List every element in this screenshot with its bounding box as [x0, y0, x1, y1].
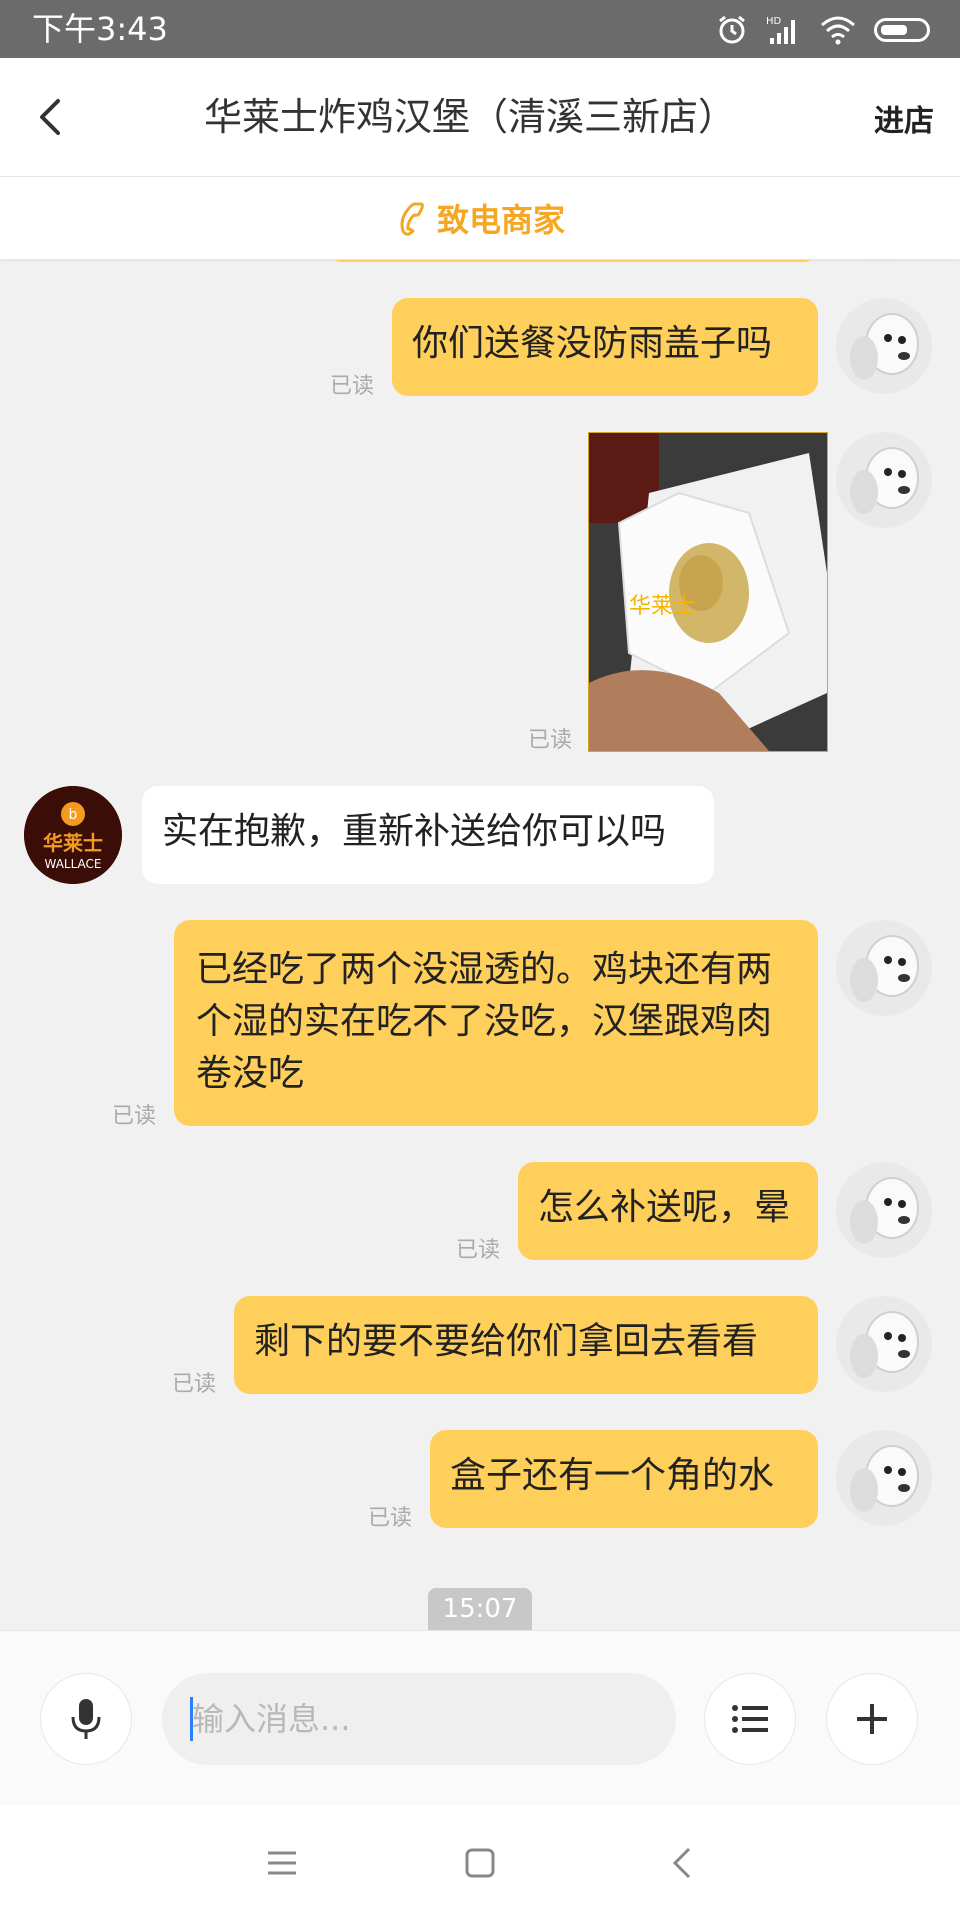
svg-text:华莱士: 华莱士: [43, 831, 103, 855]
user-avatar[interactable]: [836, 920, 932, 1016]
dog-avatar-icon: [836, 432, 932, 528]
user-avatar[interactable]: [836, 1430, 932, 1526]
read-status: 已读: [368, 1506, 413, 1531]
svg-text:WALLACE: WALLACE: [44, 857, 101, 871]
message-bubble[interactable]: 实在抱歉，重新补送给你可以吗: [142, 786, 714, 884]
read-status: 已读: [330, 374, 375, 399]
merchant-avatar[interactable]: b 华莱士 WALLACE: [24, 786, 122, 884]
system-back-button[interactable]: [652, 1835, 712, 1891]
message-input-bar: [0, 1630, 960, 1806]
message-bubble[interactable]: 剩下的要不要给你们拿回去看看: [234, 1296, 818, 1394]
photo-message[interactable]: 华莱士: [588, 432, 828, 752]
user-avatar[interactable]: [836, 1296, 932, 1392]
user-avatar[interactable]: [836, 298, 932, 394]
message-bubble[interactable]: 你们送餐没防雨盖子吗: [392, 298, 818, 396]
read-status: 已读: [456, 1238, 501, 1263]
message-bubble[interactable]: 已经吃了两个没湿透的。鸡块还有两个湿的实在吃不了没吃，汉堡跟鸡肉卷没吃: [174, 920, 818, 1126]
wallace-logo-icon: b 华莱士 WALLACE: [24, 786, 122, 884]
enter-store-button[interactable]: 进店: [874, 96, 934, 140]
user-avatar[interactable]: [836, 432, 932, 528]
chat-message-list[interactable]: 已读 你们送餐没防雨盖子吗 已读 华莱士 b 华莱士 WALLACE 实在抱歉，…: [0, 260, 960, 1630]
voice-button[interactable]: [40, 1673, 132, 1765]
menu-icon: [268, 1851, 296, 1875]
partial-avatar: [840, 260, 920, 262]
dog-avatar-icon: [836, 1296, 932, 1392]
call-merchant-button[interactable]: 致电商家: [0, 177, 960, 259]
hd-signal-icon: HD: [766, 16, 795, 44]
battery-icon: [874, 18, 930, 42]
page-title: 华莱士炸鸡汉堡（清溪三新店）: [203, 95, 736, 139]
time-divider: 15:07: [428, 1588, 532, 1630]
read-status: 已读: [172, 1372, 217, 1397]
quick-menu-button[interactable]: [704, 1673, 796, 1765]
add-attachment-button[interactable]: [826, 1673, 918, 1765]
svg-text:华莱士: 华莱士: [629, 594, 695, 619]
chevron-left-icon: [40, 99, 60, 135]
dog-avatar-icon: [836, 1430, 932, 1526]
dog-avatar-icon: [836, 1162, 932, 1258]
chat-header: 华莱士炸鸡汉堡（清溪三新店） 进店: [0, 58, 960, 177]
home-button[interactable]: [450, 1835, 510, 1891]
status-bar: 下午3:43 HD: [0, 0, 960, 58]
message-bubble[interactable]: 怎么补送呢，晕: [518, 1162, 818, 1260]
phone-icon: [400, 202, 424, 236]
svg-text:b: b: [69, 807, 78, 823]
read-status: 已读: [528, 728, 573, 753]
call-merchant-label: 致电商家: [436, 201, 565, 239]
food-photo-image: 华莱士: [589, 433, 827, 751]
dog-avatar-icon: [836, 298, 932, 394]
status-icons: HD: [716, 10, 930, 50]
svg-text:HD: HD: [766, 16, 782, 27]
read-status: 已读: [112, 1104, 157, 1129]
text-caret: [190, 1697, 193, 1741]
home-square-icon: [465, 1848, 495, 1878]
message-bubble[interactable]: 盒子还有一个角的水: [430, 1430, 818, 1528]
alarm-icon: [719, 15, 745, 44]
back-button[interactable]: [28, 88, 72, 146]
plus-icon: [857, 1704, 887, 1734]
dog-avatar-icon: [836, 920, 932, 1016]
system-nav-bar: [0, 1805, 960, 1920]
message-input[interactable]: [162, 1673, 676, 1765]
recents-button[interactable]: [252, 1835, 312, 1891]
partial-message-bubble: [328, 260, 818, 262]
wifi-icon: [821, 16, 855, 45]
user-avatar[interactable]: [836, 1162, 932, 1258]
back-icon: [672, 1847, 691, 1879]
microphone-icon: [71, 1699, 101, 1739]
list-icon: [732, 1705, 768, 1733]
status-time: 下午3:43: [32, 10, 168, 48]
